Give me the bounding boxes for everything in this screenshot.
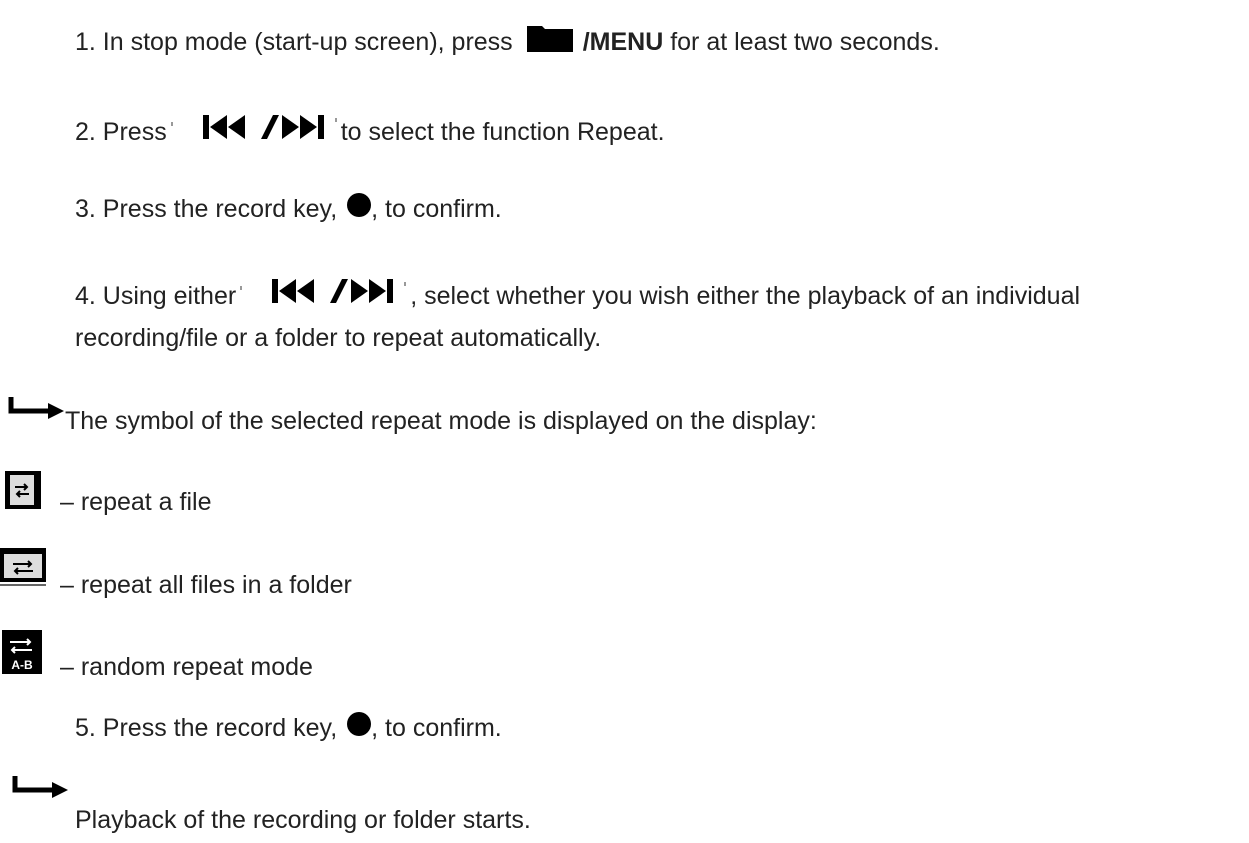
step-2-text-after: to select the function Repeat.	[340, 118, 665, 146]
step-3: 3. Press the record key, , to confirm.	[75, 193, 502, 224]
menu-key-label: /MENU	[582, 28, 664, 56]
step-1-text-before: 1. In stop mode (start-up screen), press	[75, 28, 513, 56]
skip-back-forward-icon	[238, 274, 408, 308]
step-5-text-after: , to confirm.	[371, 714, 502, 742]
step-4-text-after: , select whether you wish either the pla…	[410, 282, 1081, 310]
step-4-text-before: 4. Using either	[75, 282, 237, 310]
step-1: 1. In stop mode (start-up screen), press…	[75, 26, 940, 57]
random-repeat-icon-text: A-B	[11, 658, 33, 672]
mode-label-random-repeat: – random repeat mode	[60, 653, 313, 681]
result-arrow-1	[8, 396, 64, 427]
arrow-right-icon	[12, 776, 68, 806]
result-1-text: The symbol of the selected repeat mode i…	[65, 407, 817, 435]
step-4-line-2: recording/file or a folder to repeat aut…	[75, 324, 602, 352]
result-arrow-2	[12, 775, 68, 806]
step-5: 5. Press the record key, , to confirm.	[75, 712, 502, 743]
step-2: 2. Press to select the function Repeat.	[75, 110, 665, 147]
step-5-text-before: 5. Press the record key,	[75, 714, 338, 742]
record-dot-icon	[347, 712, 372, 736]
repeat-file-icon	[4, 470, 42, 517]
step-3-text-after: , to confirm.	[371, 195, 502, 223]
step-4: 4. Using either , select whether you wis…	[75, 274, 1080, 311]
step-3-text-before: 3. Press the record key,	[75, 195, 338, 223]
step-1-text-after: for at least two seconds.	[670, 28, 940, 56]
record-dot-icon	[347, 193, 372, 217]
skip-back-forward-icon	[169, 110, 339, 144]
arrow-right-icon	[8, 397, 64, 427]
result-2-text: Playback of the recording or folder star…	[75, 806, 531, 834]
mode-label-repeat-file: – repeat a file	[60, 488, 212, 516]
folder-icon	[526, 26, 573, 52]
repeat-folder-icon	[0, 546, 48, 595]
mode-label-repeat-folder: – repeat all files in a folder	[60, 571, 352, 599]
step-2-text-before: 2. Press	[75, 118, 167, 146]
random-repeat-icon: A-B	[2, 630, 42, 681]
